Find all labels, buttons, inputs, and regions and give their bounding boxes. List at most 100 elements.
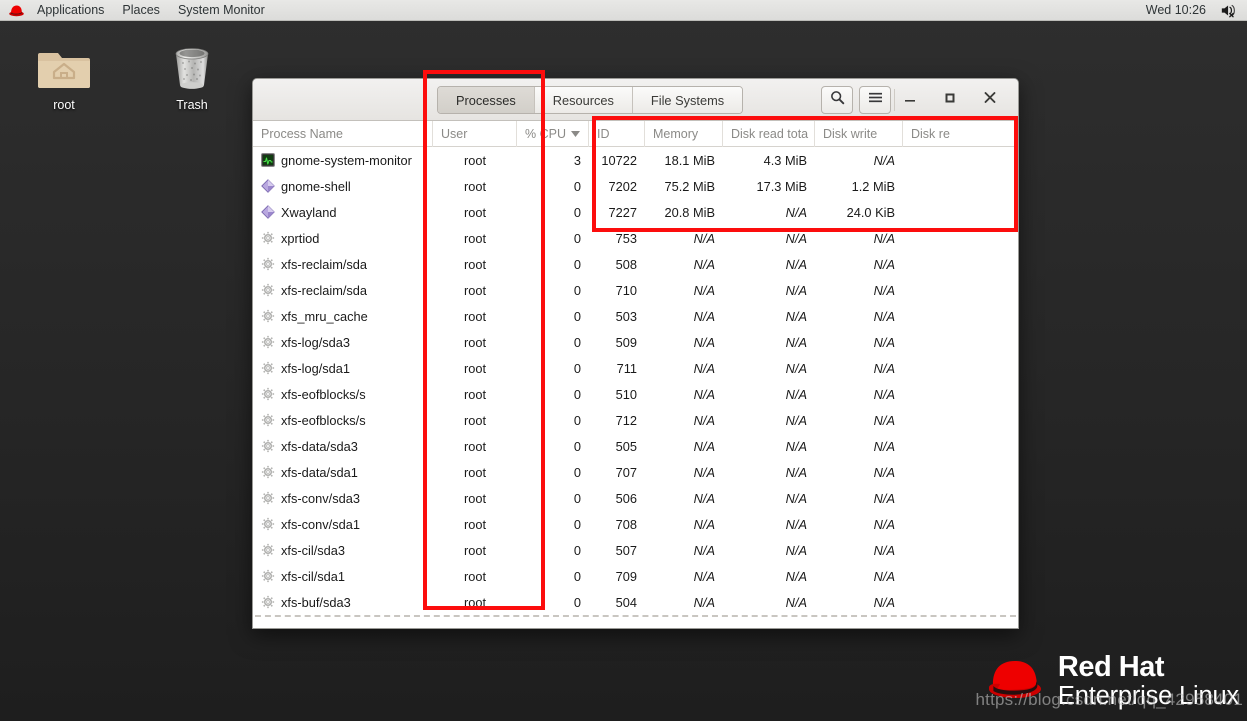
gear-icon [261,309,275,323]
table-row[interactable]: xfs-conv/sda3 root 0 506 N/A N/A N/A [253,485,1018,511]
table-row[interactable]: xfs-eofblocks/s root 0 510 N/A N/A N/A [253,381,1018,407]
cell-process-name: xfs-eofblocks/s [253,407,433,433]
column-header-user[interactable]: User [433,121,517,147]
cell-memory: N/A [693,542,715,558]
process-name-label: xfs-eofblocks/s [281,386,366,402]
table-row[interactable]: Xwayland root 0 7227 20.8 MiB N/A 24.0 KiB [253,199,1018,225]
cell-disk-read-total: N/A [785,308,807,324]
column-header-memory[interactable]: Memory [645,121,723,147]
table-row[interactable]: gnome-shell root 0 7202 75.2 MiB 17.3 MiB 1.2 … [253,173,1018,199]
app-diamond-icon [261,179,275,193]
column-header-disk-read[interactable]: Disk re [903,121,989,147]
column-header-process-name[interactable]: Process Name [253,121,433,147]
cell-user: root [463,438,487,454]
cell-id: 508 [615,256,637,272]
cell-disk-read-total: N/A [785,334,807,350]
cell-cpu: 0 [573,490,581,506]
gear-icon [261,543,275,557]
cell-memory: N/A [693,334,715,350]
cell-disk-read-total: N/A [785,542,807,558]
cell-disk-write: N/A [873,568,895,584]
system-monitor-menu[interactable]: System Monitor [169,0,274,21]
cell-memory: N/A [693,386,715,402]
cell-id: 507 [615,542,637,558]
cell-disk-read [903,225,989,251]
menu-button[interactable] [859,86,891,114]
column-header-disk-write[interactable]: Disk write [815,121,903,147]
table-row[interactable]: xfs-cil/sda1 root 0 709 N/A N/A N/A [253,563,1018,589]
cell-disk-write: N/A [873,308,895,324]
desktop-icon-trash[interactable]: Trash [144,36,240,112]
cell-user: root [463,360,487,376]
cell-cpu: 0 [573,464,581,480]
places-menu[interactable]: Places [113,0,169,21]
cell-memory: N/A [693,308,715,324]
cell-disk-read-total: N/A [785,282,807,298]
cell-process-name: gnome-shell [253,173,433,199]
desktop-icon-root[interactable]: root [16,36,112,112]
table-row[interactable]: xfs-eofblocks/s root 0 712 N/A N/A N/A [253,407,1018,433]
tab-resources[interactable]: Resources [534,87,633,113]
close-button[interactable] [970,79,1010,121]
cell-disk-write: N/A [873,438,895,454]
table-row[interactable]: xfs-buf/sda3 root 0 504 N/A N/A N/A [253,589,1018,615]
gear-icon [261,257,275,271]
cell-disk-write: N/A [873,594,895,610]
gear-icon [261,413,275,427]
app-monitor-icon [261,153,275,167]
column-header-disk-read-total[interactable]: Disk read tota [723,121,815,147]
column-header-id[interactable]: ID [589,121,645,147]
cell-id: 503 [615,308,637,324]
cell-disk-read-total: N/A [785,204,807,220]
cell-disk-write: N/A [873,230,895,246]
volume-muted-icon[interactable] [1220,3,1247,18]
table-row[interactable]: xfs-reclaim/sda root 0 508 N/A N/A N/A [253,251,1018,277]
table-row[interactable]: xprtiod root 0 753 N/A N/A N/A [253,225,1018,251]
minimize-button[interactable] [890,79,930,121]
cell-cpu: 0 [573,568,581,584]
cell-cpu: 3 [573,152,581,168]
cell-cpu: 0 [573,386,581,402]
cell-disk-write: N/A [873,412,895,428]
cell-id: 709 [615,568,637,584]
table-row[interactable]: xfs_mru_cache root 0 503 N/A N/A N/A [253,303,1018,329]
cell-memory: N/A [693,360,715,376]
cell-disk-read-total: 17.3 MiB [756,178,807,194]
cell-memory: 20.8 MiB [664,204,715,220]
cell-id: 707 [615,464,637,480]
cell-user: root [463,568,487,584]
cell-process-name: xfs-data/sda1 [253,459,433,485]
gear-icon [261,361,275,375]
table-rows-container: gnome-system-monitor root 3 10722 18.1 MiB 4.… [253,147,1018,615]
table-row[interactable]: xfs-log/sda3 root 0 509 N/A N/A N/A [253,329,1018,355]
cell-cpu: 0 [573,308,581,324]
table-row[interactable]: xfs-data/sda3 root 0 505 N/A N/A N/A [253,433,1018,459]
cell-disk-write: N/A [873,334,895,350]
gear-icon [261,439,275,453]
table-row[interactable]: xfs-data/sda1 root 0 707 N/A N/A N/A [253,459,1018,485]
table-row[interactable]: xfs-log/sda1 root 0 711 N/A N/A N/A [253,355,1018,381]
maximize-button[interactable] [930,79,970,121]
cell-disk-read-total: N/A [785,516,807,532]
maximize-icon [943,91,957,109]
cell-process-name: xfs-conv/sda3 [253,485,433,511]
search-button[interactable] [821,86,853,114]
applications-menu[interactable]: Applications [28,0,113,21]
table-row[interactable]: gnome-system-monitor root 3 10722 18.1 MiB 4.… [253,147,1018,173]
tab-processes[interactable]: Processes [438,87,535,113]
cell-user: root [463,308,487,324]
tab-file-systems[interactable]: File Systems [632,87,743,113]
process-name-label: xfs-data/sda1 [281,464,358,480]
cell-disk-write: N/A [873,464,895,480]
home-folder-icon [36,36,92,92]
panel-clock[interactable]: Wed 10:26 [1146,3,1220,17]
cell-disk-read-total: N/A [785,360,807,376]
process-name-label: xfs-conv/sda3 [281,490,360,506]
table-row[interactable]: xfs-conv/sda1 root 0 708 N/A N/A N/A [253,511,1018,537]
column-header-cpu[interactable]: % CPU [517,121,589,147]
redhat-logo-icon[interactable] [0,4,28,17]
table-row[interactable]: xfs-cil/sda3 root 0 507 N/A N/A N/A [253,537,1018,563]
cell-id: 506 [615,490,637,506]
table-row[interactable]: xfs-reclaim/sda root 0 710 N/A N/A N/A [253,277,1018,303]
cell-disk-read [903,537,989,563]
